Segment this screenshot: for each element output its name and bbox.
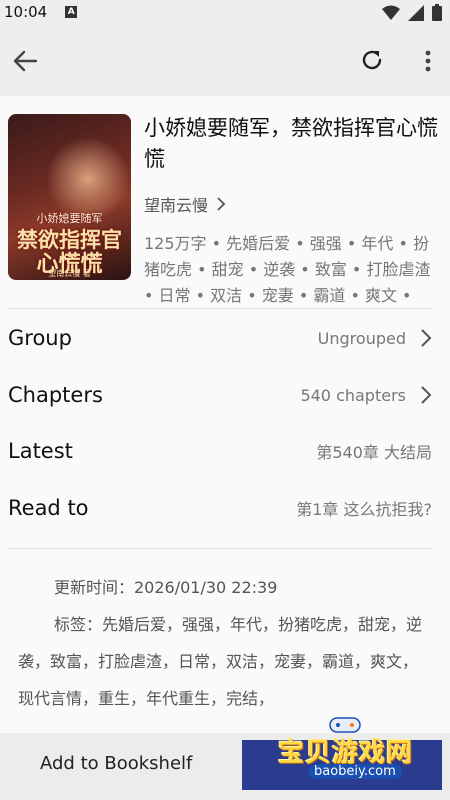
- book-intro: 更新时间：2026/01/30 22:39 标签：先婚后爱，强强，年代，扮猪吃虎…: [18, 569, 428, 717]
- wifi-icon: [382, 5, 400, 20]
- more-options-icon[interactable]: [418, 48, 438, 74]
- latest-label: Latest: [8, 439, 73, 463]
- refresh-icon[interactable]: [360, 48, 384, 72]
- status-bar: 10:04 A: [0, 0, 450, 24]
- gamepad-icon: [329, 717, 361, 733]
- read-to-value: 第1章 这么抗拒我?: [296, 500, 432, 519]
- latest-row[interactable]: Latest 第540章 大结局: [8, 431, 432, 471]
- chapters-label: Chapters: [8, 383, 103, 407]
- read-to-label: Read to: [8, 496, 89, 520]
- chapters-value: 540 chapters: [300, 385, 406, 405]
- add-to-bookshelf-button[interactable]: Add to Bookshelf: [40, 753, 192, 774]
- read-to-row[interactable]: Read to 第1章 这么抗拒我?: [8, 488, 432, 528]
- book-tags: 125万字 • 先婚后爱 • 强强 • 年代 • 扮猪吃虎 • 甜宠 • 逆袭 …: [144, 234, 431, 305]
- divider: [8, 308, 432, 309]
- chapters-row[interactable]: Chapters 540 chapters: [8, 375, 432, 415]
- divider: [8, 548, 432, 549]
- notification-icon: A: [65, 6, 78, 18]
- book-cover[interactable]: 小娇媳要随军 禁欲指挥官 心慌慌 望南云慢 著: [8, 114, 131, 280]
- app-bar: [0, 24, 450, 96]
- cover-author: 望南云慢 著: [48, 269, 91, 278]
- group-row[interactable]: Group Ungrouped: [8, 318, 432, 358]
- back-arrow-icon[interactable]: [12, 48, 38, 74]
- chevron-right-icon: [217, 197, 226, 211]
- book-title: 小娇媳要随军，禁欲指挥官心慌慌: [144, 116, 438, 171]
- watermark-url: baobeiy.com: [308, 764, 402, 779]
- update-time: 更新时间：2026/01/30 22:39: [54, 578, 278, 597]
- latest-value: 第540章 大结局: [316, 443, 432, 462]
- chevron-right-icon: [421, 386, 432, 404]
- status-time: 10:04: [4, 3, 48, 21]
- group-label: Group: [8, 326, 72, 350]
- battery-icon: [432, 4, 442, 21]
- chevron-right-icon: [421, 329, 432, 347]
- book-header: 小娇媳要随军 禁欲指挥官 心慌慌 望南云慢 著 小娇媳要随军，禁欲指挥官心慌慌 …: [0, 96, 450, 308]
- intro-tags: 标签：先婚后爱，强强，年代，扮猪吃虎，甜宠，逆袭，致富，打脸虐渣，日常，双洁，宠…: [18, 615, 423, 708]
- group-value: Ungrouped: [317, 328, 406, 348]
- author-name: 望南云慢: [144, 196, 209, 215]
- cellular-signal-icon: [408, 4, 424, 21]
- book-author-link[interactable]: 望南云慢: [144, 192, 226, 216]
